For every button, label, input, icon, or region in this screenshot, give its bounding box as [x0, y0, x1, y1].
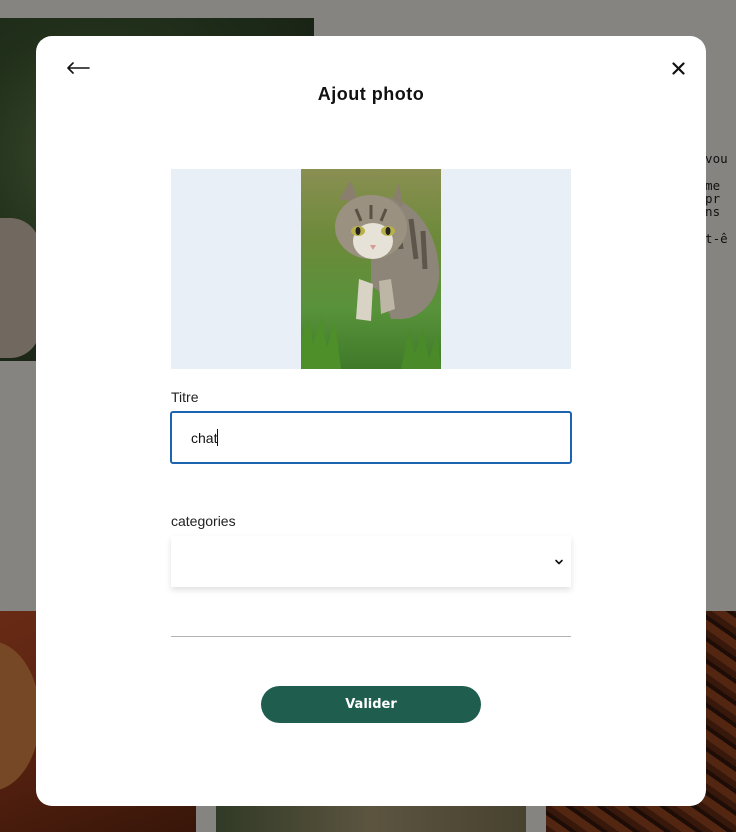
text-caret: [217, 429, 218, 446]
categories-label: categories: [171, 513, 236, 529]
divider: [171, 636, 571, 637]
back-button[interactable]: [64, 54, 92, 82]
title-label: Titre: [171, 389, 199, 405]
close-button[interactable]: [666, 56, 690, 80]
modal-title: Ajout photo: [317, 84, 425, 104]
title-input[interactable]: [170, 411, 572, 464]
close-icon: [671, 61, 685, 75]
categories-select[interactable]: [171, 536, 571, 587]
submit-button[interactable]: Valider: [261, 686, 481, 723]
chevron-down-icon: [555, 559, 563, 565]
arrow-left-icon: [67, 62, 90, 74]
photo-preview-area: [171, 169, 571, 369]
add-photo-modal: Ajout photo Titre chat categories Valide…: [36, 36, 706, 806]
tabby-cat-photo: [301, 169, 441, 369]
